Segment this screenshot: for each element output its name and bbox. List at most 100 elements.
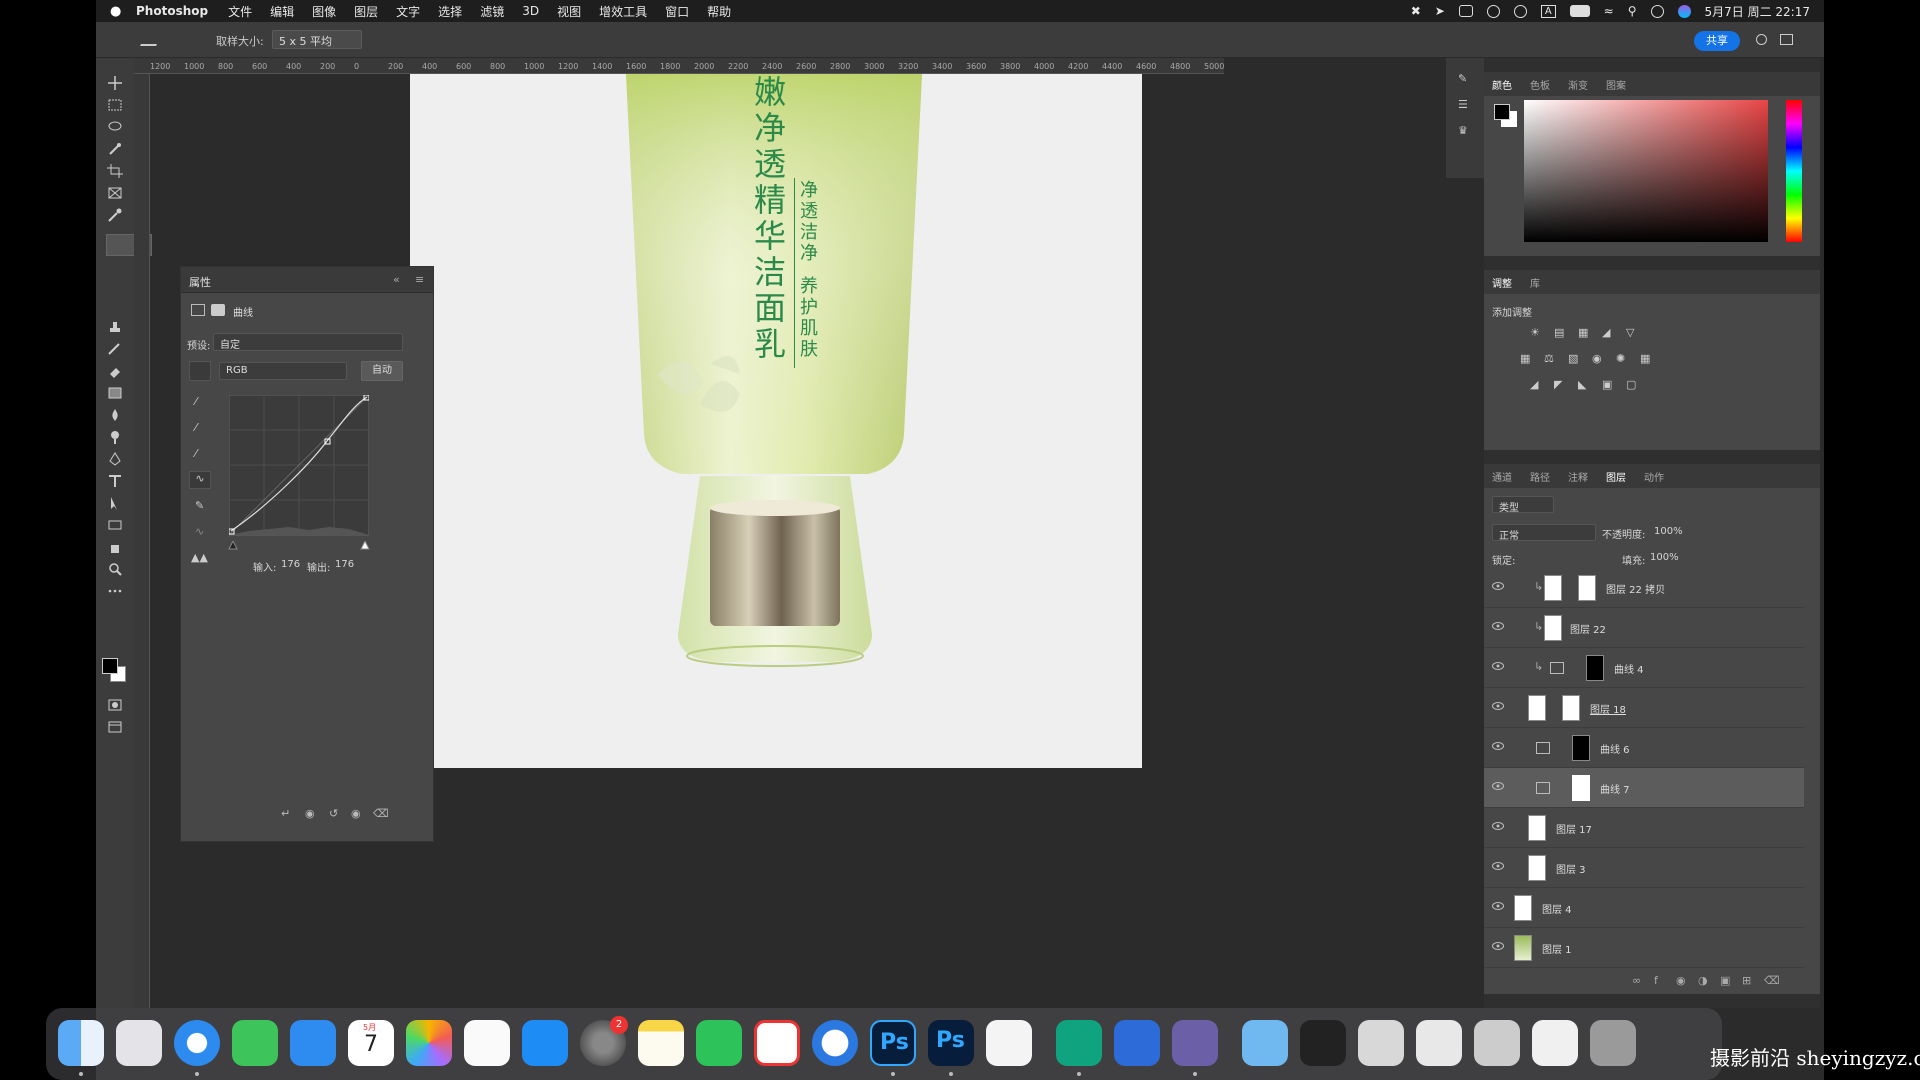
- brightness-contrast-icon[interactable]: ☀: [1530, 326, 1540, 339]
- blend-mode-select[interactable]: 正常: [1492, 524, 1596, 542]
- tab-actions[interactable]: 动作: [1644, 469, 1664, 484]
- sample-size-select[interactable]: 5 x 5 平均: [272, 30, 362, 49]
- layer-filter-select[interactable]: 类型: [1492, 496, 1554, 514]
- preset-select[interactable]: 自定: [213, 333, 403, 351]
- tab-gradients[interactable]: 渐变: [1568, 77, 1588, 92]
- layer-name[interactable]: 图层 1: [1542, 941, 1572, 956]
- notes-icon[interactable]: [638, 1020, 684, 1066]
- layer-mask-thumbnail[interactable]: [1586, 655, 1604, 681]
- hue-slider[interactable]: [1786, 100, 1802, 242]
- tab-layers[interactable]: 图层: [1606, 469, 1626, 484]
- visibility-eye-icon[interactable]: [1492, 622, 1504, 630]
- rectangle-tool-icon[interactable]: [107, 518, 123, 532]
- window-thumbnail-icon[interactable]: [1358, 1020, 1404, 1066]
- menu-type[interactable]: 文字: [396, 3, 420, 20]
- marquee-tool-icon[interactable]: [107, 98, 123, 112]
- color-fg-swatch[interactable]: [1494, 104, 1510, 120]
- finder-icon[interactable]: [58, 1020, 104, 1066]
- invert-icon[interactable]: ◢: [1530, 378, 1538, 391]
- window-thumbnail-icon[interactable]: [1474, 1020, 1520, 1066]
- tab-notes[interactable]: 注释: [1568, 469, 1588, 484]
- reset-icon[interactable]: ↺: [329, 807, 338, 820]
- opacity-value[interactable]: 100%: [1654, 526, 1683, 537]
- menu-window[interactable]: 窗口: [665, 3, 689, 20]
- lasso-tool-icon[interactable]: [107, 120, 123, 134]
- target-adjust-icon[interactable]: [189, 361, 211, 381]
- quick-select-tool-icon[interactable]: [107, 142, 123, 156]
- layer-name[interactable]: 曲线 7: [1600, 781, 1630, 796]
- dodge-tool-icon[interactable]: [107, 430, 123, 444]
- foreground-color-swatch[interactable]: [102, 658, 118, 674]
- color-picker-field[interactable]: [1524, 100, 1768, 242]
- menu-file[interactable]: 文件: [228, 3, 252, 20]
- delete-icon[interactable]: ⌫: [373, 807, 389, 820]
- visibility-eye-icon[interactable]: [1492, 702, 1504, 710]
- layer-row[interactable]: 曲线 6: [1484, 728, 1804, 768]
- photos-icon[interactable]: [406, 1020, 452, 1066]
- levels-icon[interactable]: ▤: [1554, 326, 1564, 339]
- hue-saturation-icon[interactable]: ▦: [1520, 352, 1530, 365]
- reminders-icon[interactable]: [464, 1020, 510, 1066]
- menu-view[interactable]: 视图: [557, 3, 581, 20]
- downloads-folder-icon[interactable]: [1242, 1020, 1288, 1066]
- brush-settings-icon[interactable]: ✎: [1458, 72, 1467, 85]
- blur-tool-icon[interactable]: [107, 408, 123, 422]
- adjustments-sliders-icon[interactable]: ☰: [1458, 98, 1468, 111]
- new-layer-icon[interactable]: ⊞: [1742, 974, 1751, 987]
- eraser-tool-icon[interactable]: [107, 364, 123, 378]
- mail-icon[interactable]: [290, 1020, 336, 1066]
- photoshop-icon[interactable]: Ps: [870, 1020, 916, 1066]
- workspace-icon[interactable]: [1780, 34, 1793, 45]
- visibility-eye-icon[interactable]: [1492, 582, 1504, 590]
- visibility-eye-icon[interactable]: [1492, 662, 1504, 670]
- layer-row-selected[interactable]: 曲线 7: [1484, 768, 1804, 808]
- new-group-icon[interactable]: ▣: [1720, 974, 1730, 987]
- layer-name[interactable]: 图层 22 拷贝: [1606, 581, 1665, 596]
- safari-icon[interactable]: [174, 1020, 220, 1066]
- link-layers-icon[interactable]: ∞: [1632, 974, 1641, 987]
- trash-icon[interactable]: [1590, 1020, 1636, 1066]
- layer-name[interactable]: 曲线 4: [1614, 661, 1644, 676]
- layer-row[interactable]: ↳ 图层 22 拷贝: [1484, 568, 1804, 608]
- keynote-icon[interactable]: [1114, 1020, 1160, 1066]
- add-mask-icon[interactable]: ◉: [1676, 974, 1686, 987]
- vibrance-icon[interactable]: ▽: [1626, 326, 1634, 339]
- color-balance-icon[interactable]: ⚖: [1544, 352, 1554, 365]
- layer-name[interactable]: 图层 22: [1570, 621, 1606, 636]
- history-brush-tool-icon[interactable]: [107, 342, 123, 356]
- tab-adjustments[interactable]: 调整: [1492, 275, 1512, 290]
- search-icon[interactable]: [1756, 34, 1767, 45]
- pen-tool-icon[interactable]: [107, 452, 123, 466]
- wifi-icon[interactable]: ≈: [1604, 4, 1614, 18]
- more-tools-icon[interactable]: [107, 584, 123, 598]
- eyedropper-tool-preset-icon[interactable]: [139, 32, 165, 46]
- layer-mask-thumbnail[interactable]: [1572, 775, 1590, 801]
- layer-row[interactable]: 图层 18: [1484, 688, 1804, 728]
- tab-swatches[interactable]: 色板: [1530, 77, 1550, 92]
- share-button[interactable]: 共享: [1694, 31, 1740, 51]
- selective-color-icon[interactable]: ▣: [1602, 378, 1612, 391]
- layer-mask-thumbnail[interactable]: [1562, 695, 1580, 721]
- browser-icon[interactable]: [812, 1020, 858, 1066]
- app-store-icon[interactable]: [522, 1020, 568, 1066]
- input-slider[interactable]: [225, 541, 373, 551]
- document-canvas[interactable]: 嫩净透精华洁面乳 净透洁净 养护肌肤: [410, 74, 1142, 768]
- menu-filter[interactable]: 滤镜: [480, 3, 504, 20]
- channel-select[interactable]: RGB: [219, 362, 347, 380]
- delete-layer-icon[interactable]: ⌫: [1764, 974, 1780, 987]
- siri-icon[interactable]: [1677, 4, 1691, 18]
- search-icon[interactable]: ⚲: [1628, 4, 1637, 18]
- fill-value[interactable]: 100%: [1650, 552, 1679, 563]
- clip-to-layer-icon[interactable]: ↵: [281, 807, 290, 820]
- document-stack-icon[interactable]: [1532, 1020, 1578, 1066]
- layer-name[interactable]: 图层 17: [1556, 821, 1592, 836]
- clone-source-icon[interactable]: ♛: [1458, 124, 1468, 137]
- stamp-tool-icon[interactable]: [107, 320, 123, 334]
- layer-mask-thumbnail[interactable]: [1578, 575, 1596, 601]
- color-lookup-icon[interactable]: ▦: [1640, 352, 1650, 365]
- photoshop-beta-icon[interactable]: Ps: [928, 1020, 974, 1066]
- move-tool-icon[interactable]: [107, 76, 123, 90]
- white-point-eyedropper-icon[interactable]: ⁄: [195, 447, 197, 460]
- menu-image[interactable]: 图像: [312, 3, 336, 20]
- close-x-icon[interactable]: ✖: [1411, 4, 1421, 18]
